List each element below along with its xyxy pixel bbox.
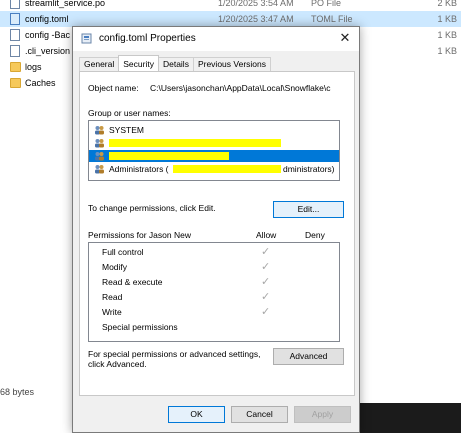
file-date: 1/20/2025 3:54 AM	[218, 0, 294, 8]
permissions-list: Full control ✓ Modify ✓ Read & execute ✓ Read ✓…	[88, 242, 340, 342]
permission-row: Special permissions	[89, 321, 339, 334]
file-size: 1 KB	[437, 30, 457, 40]
user-list-item[interactable]: SYSTEM	[89, 124, 339, 136]
deny-column-header: Deny	[305, 230, 325, 240]
allow-check-icon: ✓	[261, 261, 271, 273]
allow-check-icon: ✓	[261, 246, 271, 258]
permission-row: Read ✓	[89, 291, 339, 304]
user-group-icon	[95, 165, 104, 174]
user-group-icon	[95, 139, 104, 148]
user-name-suffix: dministrators)	[283, 164, 335, 174]
group-or-user-names-label: Group or user names:	[88, 108, 171, 118]
cancel-button[interactable]: Cancel	[231, 406, 288, 423]
taskbar-fragment	[350, 403, 461, 433]
user-group-icon	[95, 126, 104, 135]
properties-icon	[81, 33, 92, 44]
advanced-help-text-line2: click Advanced.	[88, 359, 147, 369]
file-name: logs	[25, 62, 42, 72]
tab-strip: General Security Details Previous Versio…	[79, 55, 271, 71]
file-size: 1 KB	[437, 14, 457, 24]
advanced-help-text-line1: For special permissions or advanced sett…	[88, 349, 261, 359]
allow-column-header: Allow	[256, 230, 277, 240]
file-type: PO File	[311, 0, 342, 8]
title-bar[interactable]: config.toml Properties ✕	[73, 27, 359, 51]
permission-name: Read	[102, 292, 123, 302]
file-name: streamlit_service.po	[25, 0, 106, 8]
permission-row: Write ✓	[89, 306, 339, 319]
user-name: Administrators (	[109, 164, 169, 174]
permission-row: Modify ✓	[89, 261, 339, 274]
file-size: 1 KB	[437, 46, 457, 56]
file-name: .cli_version	[25, 46, 71, 56]
permission-row: Read & execute ✓	[89, 276, 339, 289]
file-name: config -Bac	[25, 30, 71, 40]
file-name: Caches	[25, 78, 56, 88]
file-size: 2 KB	[437, 0, 457, 8]
apply-button[interactable]: Apply	[294, 406, 351, 423]
permissions-for-label: Permissions for Jason New	[88, 230, 191, 240]
allow-check-icon: ✓	[261, 306, 271, 318]
permission-name: Modify	[102, 262, 128, 272]
tab-previous-versions[interactable]: Previous Versions	[192, 57, 271, 71]
folder-icon	[10, 62, 21, 72]
file-icon	[10, 13, 20, 25]
redaction-mark	[109, 152, 229, 160]
tab-general[interactable]: General	[79, 57, 120, 71]
file-type: TOML File	[311, 14, 353, 24]
file-date: 1/20/2025 3:47 AM	[218, 14, 294, 24]
dialog-title: config.toml Properties	[99, 33, 196, 44]
close-button[interactable]: ✕	[331, 27, 359, 51]
ok-button[interactable]: OK	[168, 406, 225, 423]
permission-name: Write	[102, 307, 122, 317]
permission-name: Full control	[102, 247, 144, 257]
user-list[interactable]: SYSTEM Administrators ( dministrators)	[88, 120, 340, 181]
permission-row: Full control ✓	[89, 246, 339, 259]
advanced-button[interactable]: Advanced	[273, 348, 344, 365]
object-name-value: C:\Users\jasonchan\AppData\Local\Snowfla…	[150, 83, 331, 93]
user-group-icon	[95, 152, 104, 161]
file-name: config.toml	[25, 14, 69, 24]
security-tab-panel: Object name: C:\Users\jasonchan\AppData\…	[79, 71, 355, 396]
user-list-item[interactable]: Administrators ( dministrators)	[89, 163, 339, 175]
status-bar-text: 68 bytes	[0, 387, 35, 397]
allow-check-icon: ✓	[261, 291, 271, 303]
folder-icon	[10, 78, 21, 88]
user-name: SYSTEM	[109, 125, 144, 135]
redaction-mark	[109, 139, 281, 147]
file-icon	[10, 29, 20, 41]
file-row[interactable]: config.toml 1/20/2025 3:47 AM TOML File 1 K…	[0, 11, 461, 27]
redaction-mark	[173, 165, 281, 173]
object-name-label: Object name:	[88, 83, 139, 93]
properties-dialog: config.toml Properties ✕ General Securit…	[72, 26, 360, 433]
file-icon	[10, 45, 20, 57]
user-list-item[interactable]	[89, 137, 339, 149]
file-row[interactable]: streamlit_service.po 1/20/2025 3:54 AM PO …	[0, 0, 461, 11]
file-icon	[10, 0, 20, 9]
permission-name: Special permissions	[102, 322, 178, 332]
change-permissions-text: To change permissions, click Edit.	[88, 203, 216, 213]
tab-security[interactable]: Security	[118, 55, 159, 71]
edit-button[interactable]: Edit...	[273, 201, 344, 218]
allow-check-icon: ✓	[261, 276, 271, 288]
permission-name: Read & execute	[102, 277, 163, 287]
user-list-item[interactable]	[89, 150, 339, 162]
tab-details[interactable]: Details	[157, 57, 194, 71]
